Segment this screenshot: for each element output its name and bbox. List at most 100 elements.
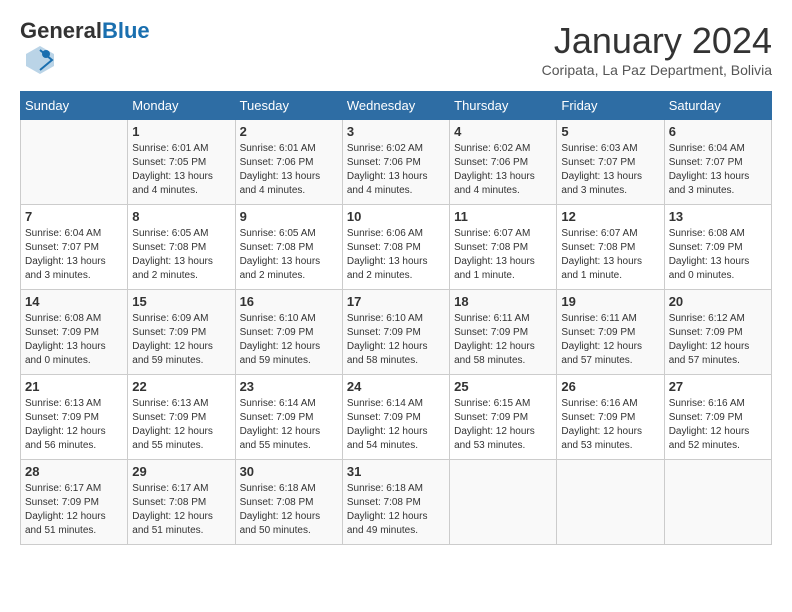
day-info: Sunrise: 6:07 AMSunset: 7:08 PMDaylight:…: [561, 227, 659, 283]
day-number: 16: [240, 294, 338, 309]
calendar-cell: 10 Sunrise: 6:06 AMSunset: 7:08 PMDayligh…: [342, 205, 449, 290]
day-info: Sunrise: 6:17 AMSunset: 7:08 PMDaylight:…: [132, 482, 230, 538]
day-number: 25: [454, 379, 552, 394]
calendar-cell: 26 Sunrise: 6:16 AMSunset: 7:09 PMDayligh…: [557, 375, 664, 460]
day-info: Sunrise: 6:15 AMSunset: 7:09 PMDaylight:…: [454, 397, 552, 453]
day-number: 20: [669, 294, 767, 309]
col-header-wednesday: Wednesday: [342, 92, 449, 120]
logo: GeneralBlue: [20, 20, 150, 83]
calendar-cell: 25 Sunrise: 6:15 AMSunset: 7:09 PMDayligh…: [450, 375, 557, 460]
day-info: Sunrise: 6:14 AMSunset: 7:09 PMDaylight:…: [347, 397, 445, 453]
logo-general-text: General: [20, 18, 102, 43]
calendar-cell: [21, 120, 128, 205]
calendar-cell: 1 Sunrise: 6:01 AMSunset: 7:05 PMDaylight…: [128, 120, 235, 205]
calendar-week-row: 21 Sunrise: 6:13 AMSunset: 7:09 PMDayligh…: [21, 375, 772, 460]
day-info: Sunrise: 6:13 AMSunset: 7:09 PMDaylight:…: [132, 397, 230, 453]
day-number: 30: [240, 464, 338, 479]
day-number: 9: [240, 209, 338, 224]
title-block: January 2024 Coripata, La Paz Department…: [542, 20, 772, 78]
calendar-header-row: SundayMondayTuesdayWednesdayThursdayFrid…: [21, 92, 772, 120]
calendar-cell: 17 Sunrise: 6:10 AMSunset: 7:09 PMDayligh…: [342, 290, 449, 375]
day-number: 15: [132, 294, 230, 309]
day-info: Sunrise: 6:12 AMSunset: 7:09 PMDaylight:…: [669, 312, 767, 368]
calendar-cell: 18 Sunrise: 6:11 AMSunset: 7:09 PMDayligh…: [450, 290, 557, 375]
day-info: Sunrise: 6:01 AMSunset: 7:06 PMDaylight:…: [240, 142, 338, 198]
day-number: 5: [561, 124, 659, 139]
day-info: Sunrise: 6:10 AMSunset: 7:09 PMDaylight:…: [240, 312, 338, 368]
day-info: Sunrise: 6:10 AMSunset: 7:09 PMDaylight:…: [347, 312, 445, 368]
calendar-cell: 24 Sunrise: 6:14 AMSunset: 7:09 PMDayligh…: [342, 375, 449, 460]
day-number: 3: [347, 124, 445, 139]
day-info: Sunrise: 6:14 AMSunset: 7:09 PMDaylight:…: [240, 397, 338, 453]
calendar-week-row: 14Sunrise: 6:08 AMSunset: 7:09 PMDayligh…: [21, 290, 772, 375]
calendar-cell: 20 Sunrise: 6:12 AMSunset: 7:09 PMDayligh…: [664, 290, 771, 375]
calendar-cell: 6 Sunrise: 6:04 AMSunset: 7:07 PMDaylight…: [664, 120, 771, 205]
day-number: 21: [25, 379, 123, 394]
day-info: Sunrise: 6:08 AMSunset: 7:09 PMDaylight:…: [25, 312, 123, 368]
calendar-cell: 16 Sunrise: 6:10 AMSunset: 7:09 PMDayligh…: [235, 290, 342, 375]
calendar-cell: 2Sunrise: 6:01 AMSunset: 7:06 PMDaylight…: [235, 120, 342, 205]
day-number: 13: [669, 209, 767, 224]
day-number: 17: [347, 294, 445, 309]
day-info: Sunrise: 6:11 AMSunset: 7:09 PMDaylight:…: [561, 312, 659, 368]
calendar-cell: 29 Sunrise: 6:17 AMSunset: 7:08 PMDayligh…: [128, 460, 235, 545]
day-info: Sunrise: 6:02 AMSunset: 7:06 PMDaylight:…: [347, 142, 445, 198]
calendar-cell: 23 Sunrise: 6:14 AMSunset: 7:09 PMDayligh…: [235, 375, 342, 460]
calendar-week-row: 1 Sunrise: 6:01 AMSunset: 7:05 PMDaylight…: [21, 120, 772, 205]
day-number: 8: [132, 209, 230, 224]
calendar-cell: 19Sunrise: 6:11 AMSunset: 7:09 PMDayligh…: [557, 290, 664, 375]
day-number: 24: [347, 379, 445, 394]
day-info: Sunrise: 6:13 AMSunset: 7:09 PMDaylight:…: [25, 397, 123, 453]
day-number: 7: [25, 209, 123, 224]
day-number: 23: [240, 379, 338, 394]
col-header-monday: Monday: [128, 92, 235, 120]
calendar-cell: 9 Sunrise: 6:05 AMSunset: 7:08 PMDaylight…: [235, 205, 342, 290]
day-info: Sunrise: 6:03 AMSunset: 7:07 PMDaylight:…: [561, 142, 659, 198]
month-title: January 2024: [542, 20, 772, 62]
col-header-thursday: Thursday: [450, 92, 557, 120]
calendar-week-row: 28 Sunrise: 6:17 AMSunset: 7:09 PMDayligh…: [21, 460, 772, 545]
day-info: Sunrise: 6:05 AMSunset: 7:08 PMDaylight:…: [132, 227, 230, 283]
day-number: 4: [454, 124, 552, 139]
day-number: 18: [454, 294, 552, 309]
day-number: 1: [132, 124, 230, 139]
day-info: Sunrise: 6:05 AMSunset: 7:08 PMDaylight:…: [240, 227, 338, 283]
calendar-cell: 21 Sunrise: 6:13 AMSunset: 7:09 PMDayligh…: [21, 375, 128, 460]
calendar-cell: 22 Sunrise: 6:13 AMSunset: 7:09 PMDayligh…: [128, 375, 235, 460]
calendar-cell: 12Sunrise: 6:07 AMSunset: 7:08 PMDayligh…: [557, 205, 664, 290]
day-info: Sunrise: 6:09 AMSunset: 7:09 PMDaylight:…: [132, 312, 230, 368]
col-header-tuesday: Tuesday: [235, 92, 342, 120]
calendar-table: SundayMondayTuesdayWednesdayThursdayFrid…: [20, 91, 772, 545]
day-info: Sunrise: 6:06 AMSunset: 7:08 PMDaylight:…: [347, 227, 445, 283]
calendar-cell: 3 Sunrise: 6:02 AMSunset: 7:06 PMDaylight…: [342, 120, 449, 205]
day-info: Sunrise: 6:17 AMSunset: 7:09 PMDaylight:…: [25, 482, 123, 538]
calendar-cell: 30 Sunrise: 6:18 AMSunset: 7:08 PMDayligh…: [235, 460, 342, 545]
day-info: Sunrise: 6:16 AMSunset: 7:09 PMDaylight:…: [669, 397, 767, 453]
col-header-saturday: Saturday: [664, 92, 771, 120]
day-info: Sunrise: 6:16 AMSunset: 7:09 PMDaylight:…: [561, 397, 659, 453]
calendar-cell: [557, 460, 664, 545]
day-number: 31: [347, 464, 445, 479]
day-number: 27: [669, 379, 767, 394]
day-info: Sunrise: 6:11 AMSunset: 7:09 PMDaylight:…: [454, 312, 552, 368]
calendar-cell: 7 Sunrise: 6:04 AMSunset: 7:07 PMDaylight…: [21, 205, 128, 290]
day-number: 26: [561, 379, 659, 394]
calendar-cell: 4 Sunrise: 6:02 AMSunset: 7:06 PMDaylight…: [450, 120, 557, 205]
day-number: 6: [669, 124, 767, 139]
day-info: Sunrise: 6:02 AMSunset: 7:06 PMDaylight:…: [454, 142, 552, 198]
day-number: 29: [132, 464, 230, 479]
calendar-cell: 31Sunrise: 6:18 AMSunset: 7:08 PMDayligh…: [342, 460, 449, 545]
day-info: Sunrise: 6:04 AMSunset: 7:07 PMDaylight:…: [669, 142, 767, 198]
location: Coripata, La Paz Department, Bolivia: [542, 62, 772, 78]
day-info: Sunrise: 6:04 AMSunset: 7:07 PMDaylight:…: [25, 227, 123, 283]
day-info: Sunrise: 6:01 AMSunset: 7:05 PMDaylight:…: [132, 142, 230, 198]
day-info: Sunrise: 6:07 AMSunset: 7:08 PMDaylight:…: [454, 227, 552, 283]
page-header: GeneralBlue January 2024 Coripata, La Pa…: [20, 20, 772, 83]
day-info: Sunrise: 6:18 AMSunset: 7:08 PMDaylight:…: [240, 482, 338, 538]
calendar-cell: 14Sunrise: 6:08 AMSunset: 7:09 PMDayligh…: [21, 290, 128, 375]
calendar-cell: [664, 460, 771, 545]
day-number: 22: [132, 379, 230, 394]
day-number: 28: [25, 464, 123, 479]
calendar-cell: 13Sunrise: 6:08 AMSunset: 7:09 PMDayligh…: [664, 205, 771, 290]
day-number: 10: [347, 209, 445, 224]
